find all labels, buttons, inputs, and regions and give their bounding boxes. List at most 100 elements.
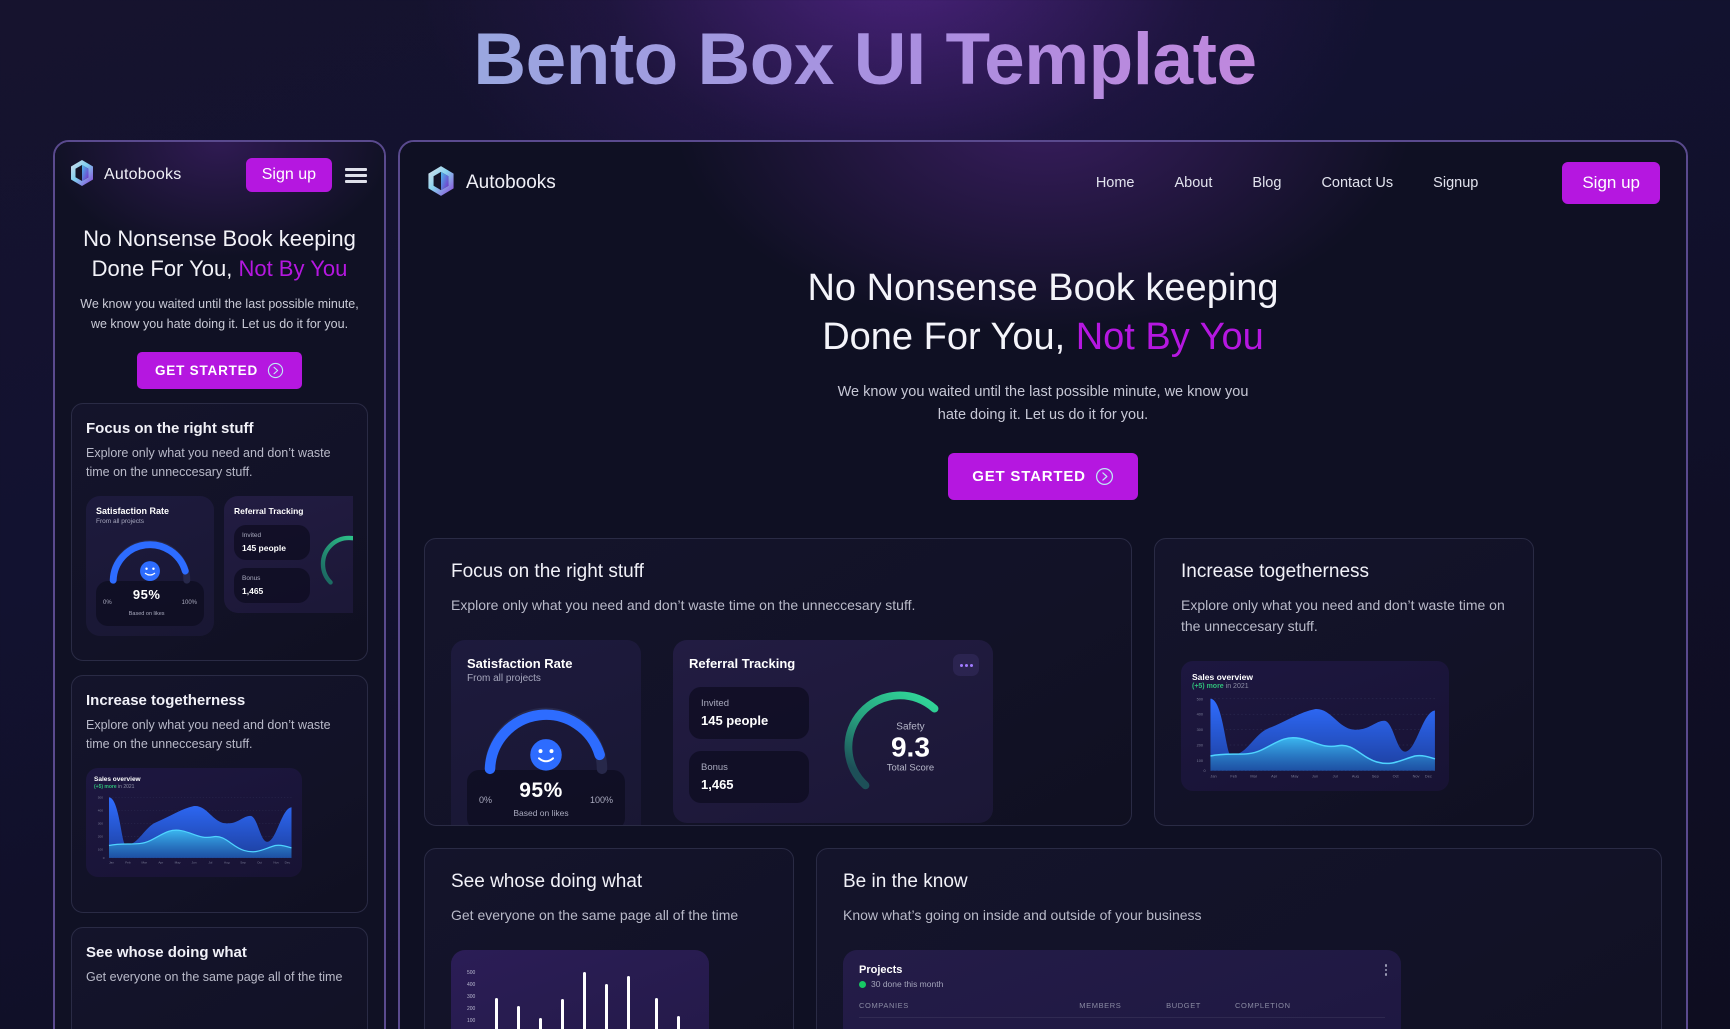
- mobile-referral-widget: Referral Tracking Invited 145 people Bon…: [224, 495, 353, 613]
- referral-bonus-pill: Bonus 1,465: [689, 751, 809, 804]
- satisfaction-max-label: 100%: [589, 795, 613, 806]
- desktop-brand[interactable]: Autobooks: [426, 165, 556, 202]
- desktop-hero-title: No Nonsense Book keeping Done For You, N…: [400, 264, 1686, 363]
- mobile-satisfaction-subtitle: From all projects: [96, 517, 145, 525]
- mobile-satisfaction-title: Satisfaction Rate: [96, 505, 170, 516]
- svg-text:400: 400: [98, 808, 103, 812]
- more-dots-icon[interactable]: [953, 654, 979, 677]
- desktop-hero-subtitle: We know you waited until the last possib…: [837, 383, 1249, 423]
- referral-score-block: Safety 9.3 Total Score: [887, 721, 935, 772]
- mobile-hero-title-accent: Not By You: [238, 255, 348, 281]
- sales-subtitle-accent: (+5) more: [1192, 683, 1224, 691]
- desktop-card-whose: See whose doing what Get everyone on the…: [424, 848, 794, 1029]
- desktop-navbar: Autobooks Home About Blog Contact Us Sig…: [400, 142, 1686, 224]
- projects-subtitle-row: 30 done this month: [859, 979, 1385, 989]
- svg-text:Oct: Oct: [257, 860, 262, 864]
- mobile-referral-bonus-label: Bonus: [242, 574, 261, 582]
- desktop-signup-button[interactable]: Sign up: [1562, 162, 1660, 204]
- svg-text:300: 300: [98, 821, 103, 825]
- desktop-card-focus-media: Satisfaction Rate From all projects 0% 9…: [451, 640, 1105, 826]
- mobile-hero-subtitle: We know you waited until the last possib…: [80, 297, 359, 331]
- svg-text:200: 200: [98, 834, 103, 838]
- svg-text:Feb: Feb: [125, 860, 131, 864]
- projects-title: Projects: [859, 964, 903, 977]
- projects-status-dot-icon: [859, 980, 866, 988]
- svg-text:500: 500: [1197, 697, 1203, 701]
- desktop-hero-title-line1: No Nonsense Book keeping: [807, 267, 1279, 309]
- satisfaction-gauge: [484, 707, 608, 775]
- kebab-menu-icon[interactable]: [1384, 964, 1387, 976]
- svg-text:500: 500: [467, 970, 476, 976]
- svg-text:Mar: Mar: [142, 860, 147, 864]
- svg-text:Dec: Dec: [285, 860, 291, 864]
- mobile-navbar: Autobooks Sign up: [55, 142, 384, 202]
- desktop-card-whose-subtitle: Get everyone on the same page all of the…: [451, 907, 739, 924]
- nav-link-about[interactable]: About: [1175, 175, 1213, 191]
- svg-text:400: 400: [1197, 713, 1203, 717]
- svg-text:Jun: Jun: [1312, 774, 1318, 778]
- mobile-sales-widget: Sales overview (+5) more in 2021 500 400…: [86, 767, 302, 877]
- sales-overview-widget: Sales overview (+5) more in 2021 500 400…: [1181, 661, 1449, 792]
- referral-title: Referral Tracking: [689, 656, 796, 672]
- svg-text:Jan: Jan: [1210, 774, 1216, 778]
- svg-text:Mar: Mar: [1250, 774, 1257, 778]
- mobile-satisfaction-value: 95%: [132, 586, 161, 602]
- mobile-mockup-frame: Autobooks Sign up No Nonsense Book keepi…: [53, 140, 386, 1029]
- circle-arrow-right-icon: [1095, 468, 1113, 486]
- svg-text:200: 200: [1197, 744, 1203, 748]
- desktop-card-focus-subtitle: Explore only what you need and don’t was…: [451, 597, 916, 614]
- page-title: Bento Box UI Template: [0, 0, 1730, 104]
- desktop-card-know-title: Be in the know: [843, 871, 968, 893]
- row-completion-cell: 60%: [1235, 1017, 1385, 1029]
- mobile-card-together-subtitle: Explore only what you need and don’t was…: [86, 718, 331, 751]
- svg-text:Jan: Jan: [109, 860, 114, 864]
- nav-link-blog[interactable]: Blog: [1252, 175, 1281, 191]
- desktop-card-together-subtitle: Explore only what you need and don’t was…: [1181, 597, 1505, 635]
- svg-text:Sep: Sep: [240, 860, 246, 864]
- desktop-card-know-subtitle: Know what’s going on inside and outside …: [843, 907, 1202, 924]
- mobile-referral-bonus-value: 1,465: [242, 585, 264, 596]
- col-members: MEMBERS: [1079, 1001, 1122, 1011]
- mobile-signup-button[interactable]: Sign up: [245, 158, 332, 192]
- svg-text:300: 300: [467, 994, 476, 1000]
- hamburger-menu-icon[interactable]: [342, 165, 370, 186]
- table-row[interactable]: M Chakra Soft UI Version: [859, 1017, 1385, 1029]
- nav-link-contact-us[interactable]: Contact Us: [1321, 175, 1393, 191]
- svg-text:Sep: Sep: [1372, 774, 1379, 778]
- circle-arrow-right-icon: [267, 362, 284, 379]
- sales-title: Sales overview: [1192, 672, 1253, 683]
- mobile-sales-chart: 500 400 300 200 100 0 Jan Feb Mar Apr May Jun Jul…: [98, 795, 292, 864]
- mobile-hero: No Nonsense Book keeping Done For You, N…: [55, 202, 384, 390]
- mobile-satisfaction-max: 100%: [181, 600, 197, 607]
- nav-link-home[interactable]: Home: [1096, 175, 1135, 191]
- col-budget: BUDGET: [1166, 1001, 1201, 1011]
- mobile-referral-invited-value: 145 people: [242, 542, 286, 553]
- referral-invited-pill: Invited 145 people: [689, 687, 809, 740]
- referral-score-caption: Total Score: [886, 761, 935, 773]
- hexagon-logo-icon: [69, 159, 95, 192]
- mobile-hero-title: No Nonsense Book keeping Done For You, N…: [71, 224, 368, 283]
- desktop-card-together-title: Increase togetherness: [1181, 561, 1370, 583]
- mobile-satisfaction-caption: Based on likes: [128, 610, 165, 617]
- row-company-cell: M Chakra Soft UI Version: [859, 1017, 1080, 1029]
- bento-row-2: See whose doing what Get everyone on the…: [424, 848, 1662, 1029]
- mobile-hero-title-line1: No Nonsense Book keeping: [83, 226, 356, 251]
- referral-invited-label: Invited: [701, 698, 729, 710]
- mobile-brand[interactable]: Autobooks: [69, 159, 236, 192]
- svg-text:Apr: Apr: [158, 860, 163, 864]
- mobile-get-started-button[interactable]: GET STARTED: [136, 352, 303, 390]
- mobile-card-together-title: Increase togetherness: [86, 692, 246, 710]
- projects-subtitle: 30 done this month: [871, 979, 944, 990]
- nav-link-signup[interactable]: Signup: [1433, 175, 1478, 191]
- desktop-card-know-media: Projects 30 done this month COMPANIES ME…: [843, 950, 1635, 1029]
- svg-text:Jul: Jul: [1333, 774, 1338, 778]
- svg-text:100: 100: [98, 847, 103, 851]
- page-root: Bento Box UI Template Autobooks Sign up …: [0, 0, 1730, 1029]
- desktop-get-started-button[interactable]: GET STARTED: [948, 453, 1138, 501]
- desktop-hero-title-accent: Not By You: [1075, 316, 1264, 359]
- desktop-brand-name: Autobooks: [466, 172, 556, 193]
- svg-text:Oct: Oct: [1393, 774, 1400, 778]
- desktop-card-whose-title: See whose doing what: [451, 871, 643, 893]
- referral-tracking-widget: Referral Tracking Invited 145 people Bon…: [673, 640, 993, 824]
- mobile-satisfaction-min: 0%: [103, 600, 112, 607]
